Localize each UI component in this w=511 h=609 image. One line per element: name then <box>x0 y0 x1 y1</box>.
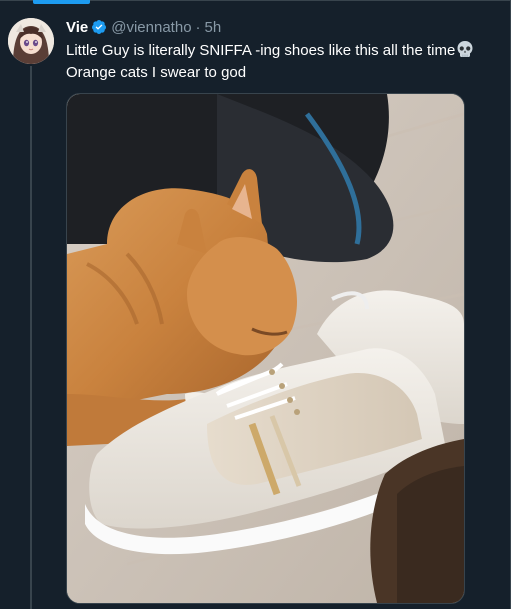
user-handle[interactable]: @viennatho <box>111 19 191 36</box>
tweet-text-line-1: Little Guy is literally SNIFFA -ing shoe… <box>66 40 506 62</box>
tweet-header: Vie @viennatho · 5h <box>66 16 221 38</box>
skull-emoji-icon <box>456 40 474 58</box>
timestamp[interactable]: 5h <box>205 19 222 36</box>
tweet[interactable]: Vie @viennatho · 5h Little Guy is litera… <box>0 0 511 609</box>
verified-badge-icon <box>91 19 107 35</box>
display-name[interactable]: Vie <box>66 19 88 36</box>
cat-photo <box>67 94 464 603</box>
tweet-media-photo[interactable] <box>66 93 465 604</box>
separator-dot: · <box>195 18 201 36</box>
tweet-text: Little Guy is literally SNIFFA -ing shoe… <box>66 40 506 84</box>
tweet-text-line-2: Orange cats I swear to god <box>66 64 247 81</box>
avatar-anime-girl-icon <box>8 18 54 64</box>
tweet-text-line-1-content: Little Guy is literally SNIFFA -ing shoe… <box>66 42 456 59</box>
avatar[interactable] <box>8 18 54 64</box>
